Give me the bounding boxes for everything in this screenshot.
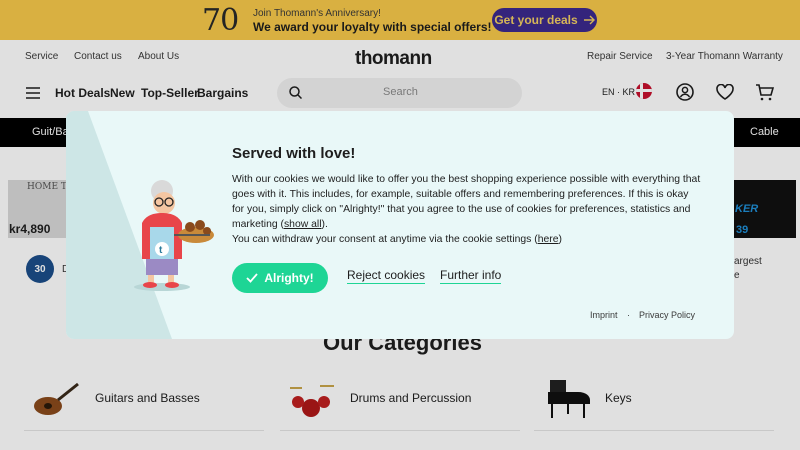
modal-title: Served with love! [232,145,356,162]
withdraw-text: You can withdraw your consent at anytime… [232,234,538,245]
cookie-settings-link[interactable]: here [538,234,559,245]
imprint-link[interactable]: Imprint [590,310,618,320]
accept-label: Alrighty! [264,271,314,285]
accept-cookies-button[interactable]: Alrighty! [232,263,328,293]
privacy-policy-link[interactable]: Privacy Policy [639,310,695,320]
further-info-link[interactable]: Further info [440,268,502,284]
footer-separator: · [627,310,630,320]
modal-body: With our cookies we would like to offer … [232,172,702,247]
grandma-illustration: t [134,180,214,291]
checkmark-icon [246,273,259,283]
show-all-link[interactable]: show all [284,219,322,230]
reject-cookies-button[interactable]: Reject cookies [347,268,426,284]
consent-text-end: ). [321,219,328,230]
withdraw-text-end: ) [558,234,562,245]
cookie-consent-modal: t Served with love! With our cookies we … [66,111,734,339]
